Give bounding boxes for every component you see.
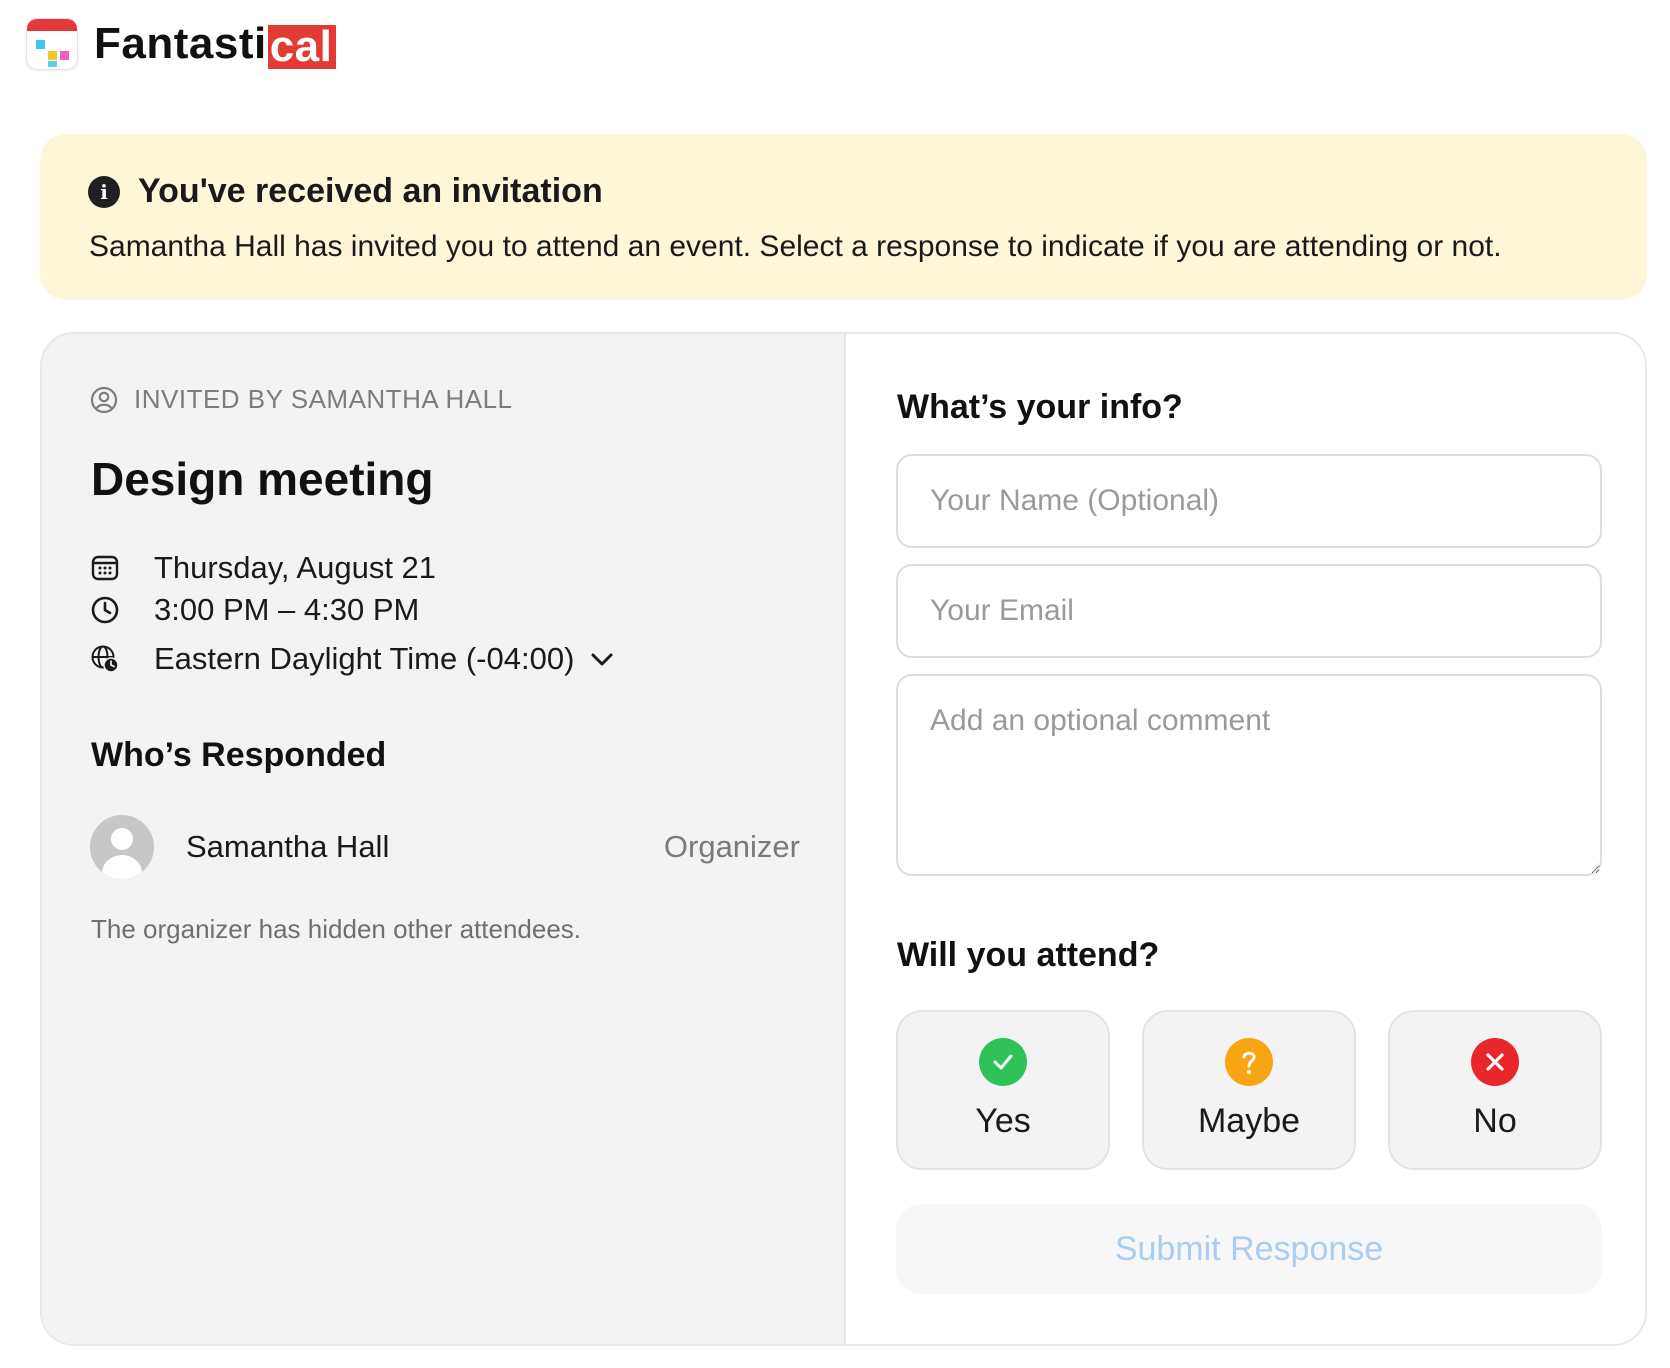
attend-heading: Will you attend? xyxy=(897,936,1160,974)
event-details-panel: INVITED BY SAMANTHA HALL Design meeting … xyxy=(42,334,846,1344)
email-input[interactable] xyxy=(896,564,1602,658)
yes-label: Yes xyxy=(975,1102,1031,1140)
wordmark-main: Fantasti xyxy=(94,19,267,68)
attendee-role: Organizer xyxy=(663,829,800,864)
no-button[interactable]: No xyxy=(1388,1010,1602,1170)
info-icon: i xyxy=(88,175,120,208)
event-card: INVITED BY SAMANTHA HALL Design meeting … xyxy=(40,332,1647,1346)
x-icon xyxy=(1471,1038,1519,1086)
event-title: Design meeting xyxy=(91,453,434,505)
calendar-icon xyxy=(91,555,119,581)
app-wordmark: Fantasti cal xyxy=(94,19,337,69)
app-logo[interactable]: Fantasti cal xyxy=(26,16,337,72)
name-input[interactable] xyxy=(896,454,1602,548)
form-heading: What’s your info? xyxy=(897,388,1183,426)
yes-button[interactable]: Yes xyxy=(896,1010,1110,1170)
submit-response-button[interactable]: Submit Response xyxy=(896,1204,1602,1294)
avatar xyxy=(90,815,154,879)
no-label: No xyxy=(1473,1102,1517,1140)
wordmark-accent: cal xyxy=(267,25,337,69)
chevron-down-icon xyxy=(591,653,613,666)
whos-responded-heading: Who’s Responded xyxy=(91,736,387,774)
hidden-attendees-note: The organizer has hidden other attendees… xyxy=(91,914,582,944)
invited-by-label: INVITED BY SAMANTHA HALL xyxy=(134,384,513,414)
maybe-button[interactable]: Maybe xyxy=(1142,1010,1356,1170)
check-icon xyxy=(979,1038,1027,1086)
fantastical-app-icon xyxy=(26,18,78,70)
attendee-name: Samantha Hall xyxy=(186,829,390,864)
event-time-row: 3:00 PM – 4:30 PM xyxy=(90,592,419,628)
timezone-label: Eastern Daylight Time (-04:00) xyxy=(154,641,575,676)
banner-header: i You've received an invitation xyxy=(88,172,603,211)
invitation-banner: i You've received an invitation Samantha… xyxy=(40,134,1647,300)
banner-message: Samantha Hall has invited you to attend … xyxy=(89,230,1502,263)
event-time: 3:00 PM – 4:30 PM xyxy=(154,592,420,627)
timezone-selector[interactable]: Eastern Daylight Time (-04:00) xyxy=(90,641,616,677)
event-date-row: Thursday, August 21 xyxy=(90,550,436,586)
banner-title: You've received an invitation xyxy=(138,172,603,210)
globe-clock-icon xyxy=(91,645,119,673)
user-circle-icon xyxy=(90,386,118,413)
clock-icon xyxy=(91,596,119,624)
comment-textarea[interactable] xyxy=(896,674,1602,876)
attendee-row: Samantha Hall Organizer xyxy=(90,814,800,880)
maybe-label: Maybe xyxy=(1197,1102,1301,1140)
response-form-panel: What’s your info? Will you attend? Yes M… xyxy=(848,334,1645,1344)
event-date: Thursday, August 21 xyxy=(154,550,437,585)
question-icon xyxy=(1225,1038,1273,1086)
invited-by: INVITED BY SAMANTHA HALL xyxy=(90,384,513,415)
